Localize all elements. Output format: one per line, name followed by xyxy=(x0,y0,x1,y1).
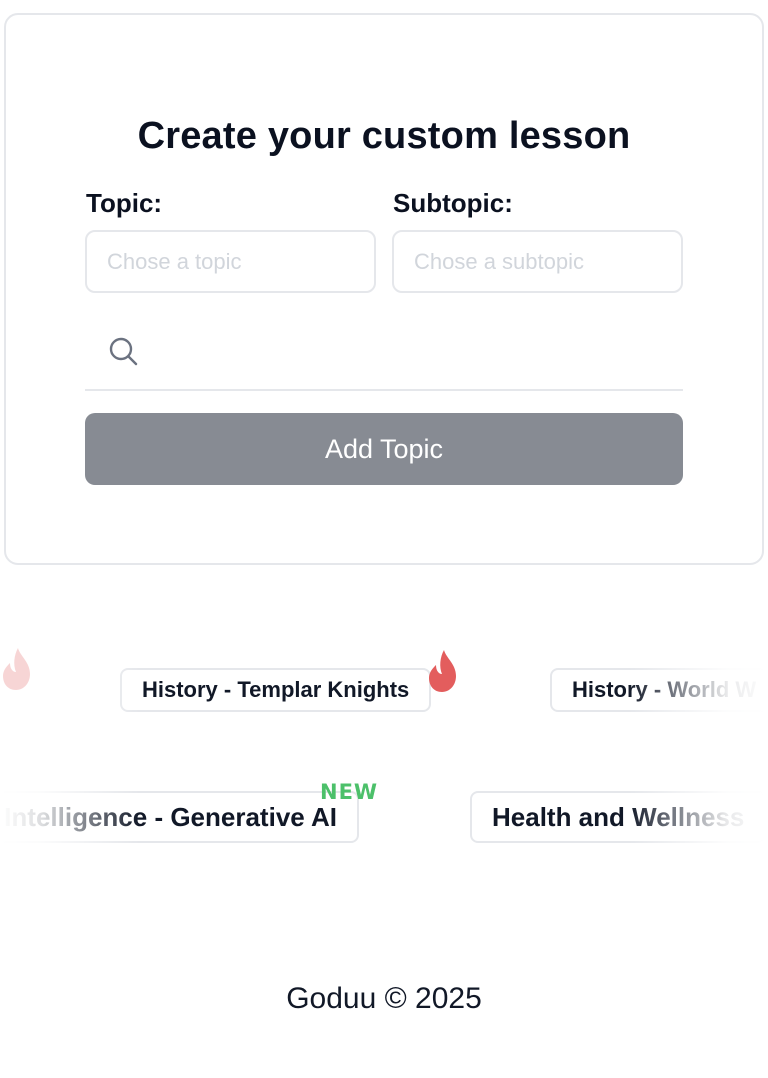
subtopic-select[interactable]: Chose a subtopic xyxy=(392,230,683,293)
subtopic-label: Subtopic: xyxy=(393,188,513,218)
topic-chip[interactable]: Health and Wellness xyxy=(470,791,767,843)
custom-lesson-card: Create your custom lesson Topic: Subtopi… xyxy=(4,13,764,565)
topic-chip-label: Health and Wellness xyxy=(492,801,745,832)
topic-select[interactable]: Chose a topic xyxy=(85,230,376,293)
flame-icon xyxy=(429,650,456,692)
flame-icon xyxy=(3,648,30,690)
topic-marquee-row-1: History - Templar Knights History - Worl… xyxy=(0,640,768,730)
topic-chip-label: Artificial Intelligence - Generative AI xyxy=(0,801,337,832)
topic-chip-label: History - Templar Knights xyxy=(142,677,410,702)
add-topic-button[interactable]: Add Topic xyxy=(85,413,683,485)
topic-chip[interactable]: History - World W xyxy=(550,668,768,712)
topic-label: Topic: xyxy=(86,188,163,218)
topic-chip-label: History - World W xyxy=(572,677,757,702)
search-icon xyxy=(109,337,138,366)
search-input[interactable] xyxy=(141,315,683,389)
topic-chip[interactable]: Artificial Intelligence - Generative AI xyxy=(0,791,359,843)
topic-marquee-row-2: Artificial Intelligence - Generative AI … xyxy=(0,770,768,860)
search-bar xyxy=(85,315,683,391)
page-title: Create your custom lesson xyxy=(137,115,631,157)
new-badge: NEW xyxy=(320,780,379,804)
subtopic-select-placeholder: Chose a subtopic xyxy=(414,248,584,274)
topic-select-placeholder: Chose a topic xyxy=(107,248,242,274)
footer-copyright: Goduu © 2025 xyxy=(286,982,482,1015)
topic-chip[interactable]: History - Templar Knights xyxy=(120,668,432,712)
